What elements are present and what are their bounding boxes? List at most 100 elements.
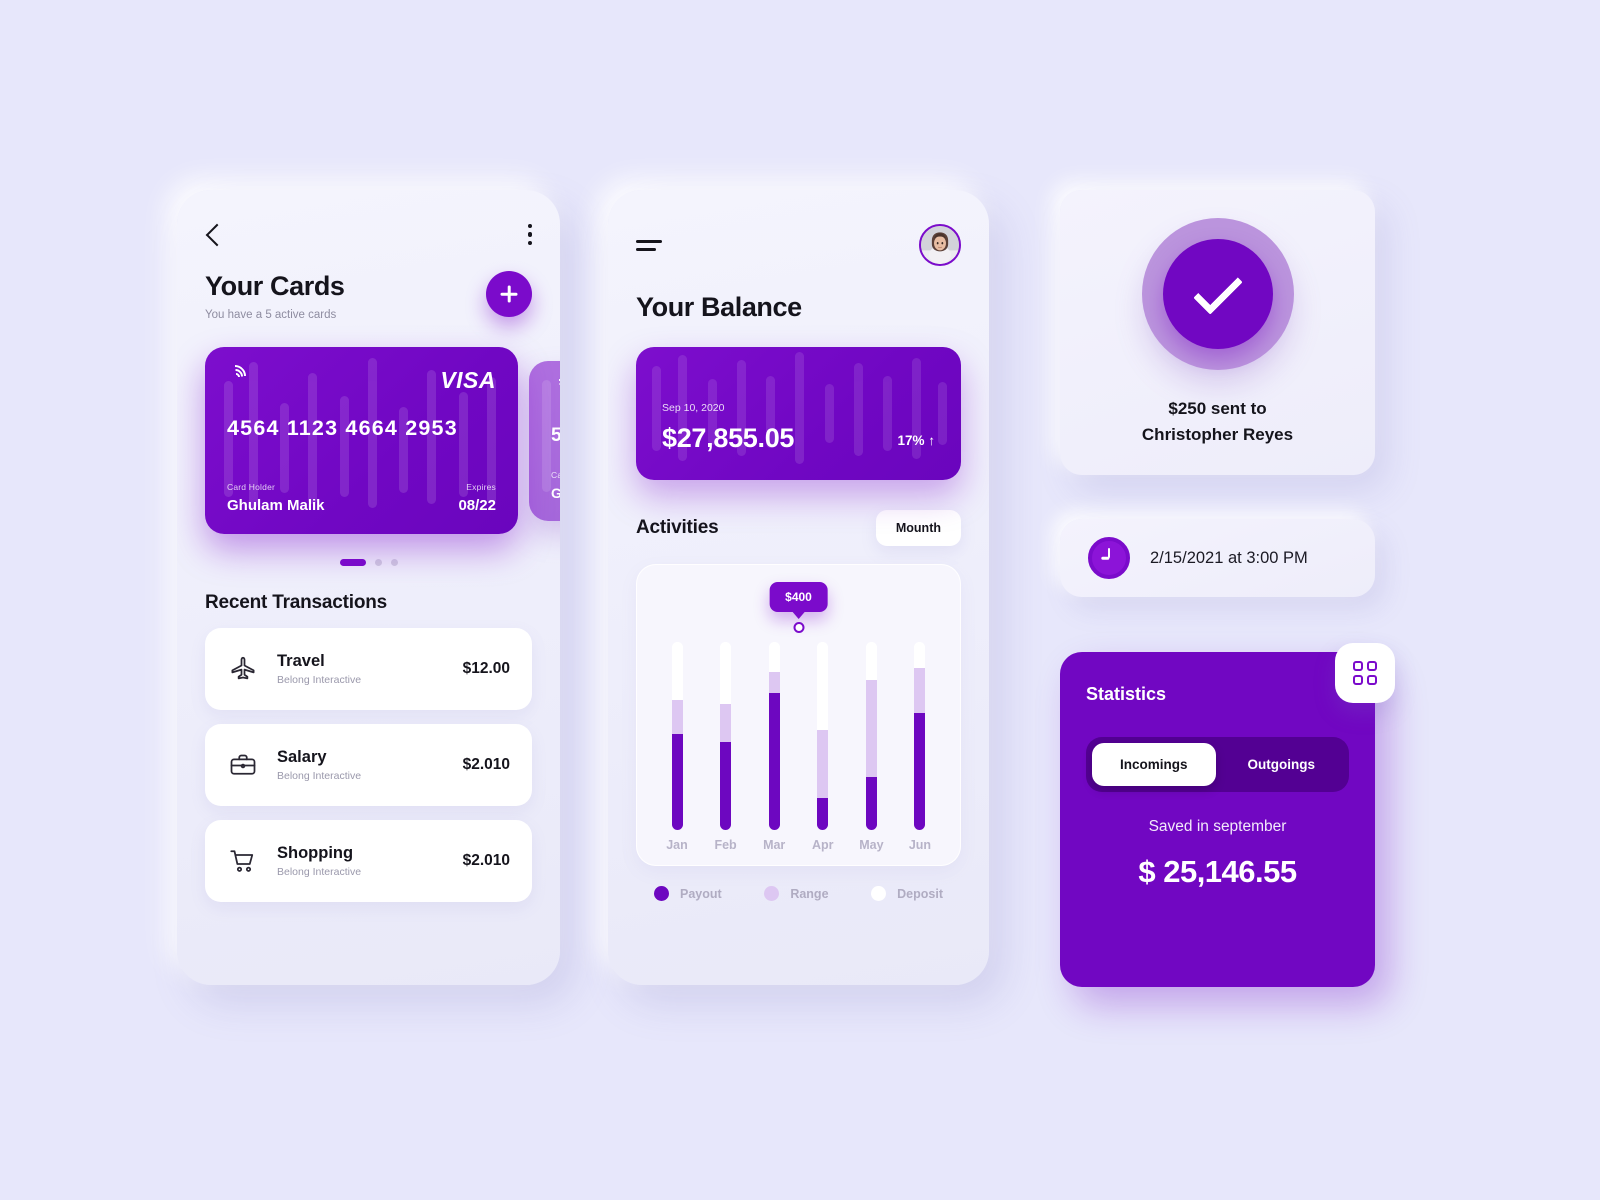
chart-segment-deposit — [914, 642, 926, 669]
chevron-left-icon — [205, 223, 229, 246]
chart-bar-may[interactable] — [865, 642, 877, 830]
balance-topbar — [608, 190, 989, 266]
card-number: 4564 1123 4664 2953 — [227, 416, 458, 441]
chart-segment-deposit — [671, 642, 683, 701]
chart-bar-jun[interactable] — [914, 642, 926, 830]
check-circle-inner — [1162, 239, 1273, 349]
chart-bar-column — [709, 642, 743, 830]
contactless-icon — [219, 360, 251, 392]
chart-segment-payout — [817, 798, 829, 830]
avatar[interactable] — [919, 224, 961, 266]
balance-date: Sep 10, 2020 — [662, 402, 725, 414]
chart-segment-payout — [671, 734, 683, 830]
card-holder-label: Card H — [551, 470, 560, 481]
transaction-row-travel[interactable]: Travel Belong Interactive $12.00 — [205, 628, 532, 711]
chart-bars — [660, 642, 937, 830]
chart-bar-apr[interactable] — [817, 642, 829, 830]
activities-chart: $400 Jan Feb Mar Apr May Jun — [636, 564, 961, 866]
transaction-meta: Salary Belong Interactive — [277, 748, 445, 782]
period-selector-button[interactable]: Mounth — [875, 510, 961, 546]
saved-amount: $ 25,146.55 — [1138, 854, 1297, 889]
chart-x-axis-labels: Jan Feb Mar Apr May Jun — [660, 838, 937, 852]
chart-segment-range — [671, 700, 683, 735]
legend-swatch — [871, 886, 887, 901]
briefcase-icon — [227, 750, 259, 780]
chart-x-label: Jan — [666, 838, 688, 852]
airplane-icon — [227, 654, 259, 684]
card-carousel[interactable]: 58 Card H Gh — [177, 347, 560, 537]
transaction-row-shopping[interactable]: Shopping Belong Interactive $2.010 — [205, 820, 532, 903]
chart-segment-deposit — [865, 642, 877, 680]
chart-tooltip: $400 — [769, 582, 828, 612]
tab-incomings[interactable]: Incomings — [1092, 743, 1216, 786]
chart-segment-payout — [768, 692, 780, 830]
statistics-tab-group: Incomings Outgoings — [1086, 737, 1349, 792]
legend-label: Payout — [680, 886, 722, 901]
pagination-dot-3[interactable] — [390, 559, 398, 567]
page-title: Your Balance — [636, 292, 802, 322]
cards-header-text: Your Cards You have a 5 active cards — [205, 271, 345, 321]
chart-segment-range — [768, 672, 780, 693]
chart-x-label: Feb — [714, 838, 737, 852]
chart-tooltip-dot — [793, 622, 804, 633]
more-options-button[interactable] — [527, 224, 532, 246]
statistics-title: Statistics — [1086, 684, 1167, 704]
chart-bar-mar[interactable] — [768, 642, 780, 830]
card-expiry-value: 08/22 — [458, 497, 496, 515]
legend-label: Deposit — [897, 886, 943, 901]
carousel-pagination[interactable] — [177, 559, 560, 567]
transaction-name: Salary — [277, 748, 327, 767]
avatar-image — [921, 226, 959, 264]
pagination-dot-2[interactable] — [374, 559, 382, 567]
more-vertical-icon — [527, 224, 532, 246]
back-button[interactable] — [205, 223, 229, 246]
chart-bar-column — [903, 642, 937, 830]
menu-button[interactable] — [636, 239, 662, 251]
tab-outgoings[interactable]: Outgoings — [1220, 743, 1344, 786]
transfer-recipient-line: Christopher Reyes — [1141, 424, 1294, 444]
chart-x-label: Jun — [908, 838, 932, 852]
phone-screen-your-balance: Your Balance Sep 10, 2020 $27,855.05 17%… — [608, 190, 989, 985]
chart-segment-range — [720, 704, 732, 742]
balance-change: 17% ↑ — [897, 433, 935, 448]
clock-icon — [1088, 537, 1130, 579]
visa-logo: VISA — [440, 367, 496, 394]
legend-swatch — [654, 886, 669, 901]
legend-item-deposit: Deposit — [871, 886, 943, 901]
chart-segment-deposit — [720, 642, 732, 705]
chart-segment-payout — [865, 777, 877, 830]
credit-card-primary[interactable]: VISA 4564 1123 4664 2953 Card Holder Ghu… — [205, 347, 518, 535]
activities-header: Activities Mounth — [608, 480, 989, 546]
add-card-button[interactable] — [486, 271, 532, 318]
balance-card[interactable]: Sep 10, 2020 $27,855.05 17% ↑ — [636, 347, 961, 480]
card-expiry-block: Expires 08/22 — [458, 482, 496, 514]
phone-screen-your-cards: Your Cards You have a 5 active cards 58 — [177, 190, 560, 985]
chart-segment-range — [865, 679, 877, 778]
transaction-row-salary[interactable]: Salary Belong Interactive $2.010 — [205, 724, 532, 807]
chart-segment-deposit — [768, 642, 780, 673]
transaction-list: Travel Belong Interactive $12.00 Salary … — [177, 614, 560, 903]
chart-segment-payout — [720, 741, 732, 830]
balance-header: Your Balance — [608, 266, 989, 323]
transaction-subtitle: Belong Interactive — [277, 770, 362, 783]
pagination-dot-1[interactable] — [339, 559, 366, 567]
chart-segment-range — [914, 668, 926, 714]
hamburger-icon — [636, 239, 662, 251]
balance-amount: $27,855.05 — [662, 423, 795, 453]
credit-card-secondary[interactable]: 58 Card H Gh — [529, 361, 560, 522]
transaction-name: Shopping — [277, 844, 354, 863]
chart-bar-feb[interactable] — [720, 642, 732, 830]
grid-view-button[interactable] — [1335, 643, 1395, 703]
card-holder-name: Ghulam Malik — [227, 497, 325, 515]
chart-legend: Payout Range Deposit — [608, 866, 989, 901]
chart-bar-jan[interactable] — [671, 642, 683, 830]
transfer-success-card: $250 sent to Christopher Reyes — [1060, 190, 1375, 475]
transfer-time-card: 2/15/2021 at 3:00 PM — [1060, 519, 1375, 597]
chart-bar-column — [660, 642, 694, 830]
legend-item-payout: Payout — [654, 886, 722, 901]
cards-topbar — [177, 190, 560, 246]
chart-segment-payout — [914, 713, 926, 830]
transaction-amount: $12.00 — [462, 660, 510, 678]
chart-x-label: May — [859, 838, 884, 852]
transaction-name: Travel — [277, 652, 325, 671]
